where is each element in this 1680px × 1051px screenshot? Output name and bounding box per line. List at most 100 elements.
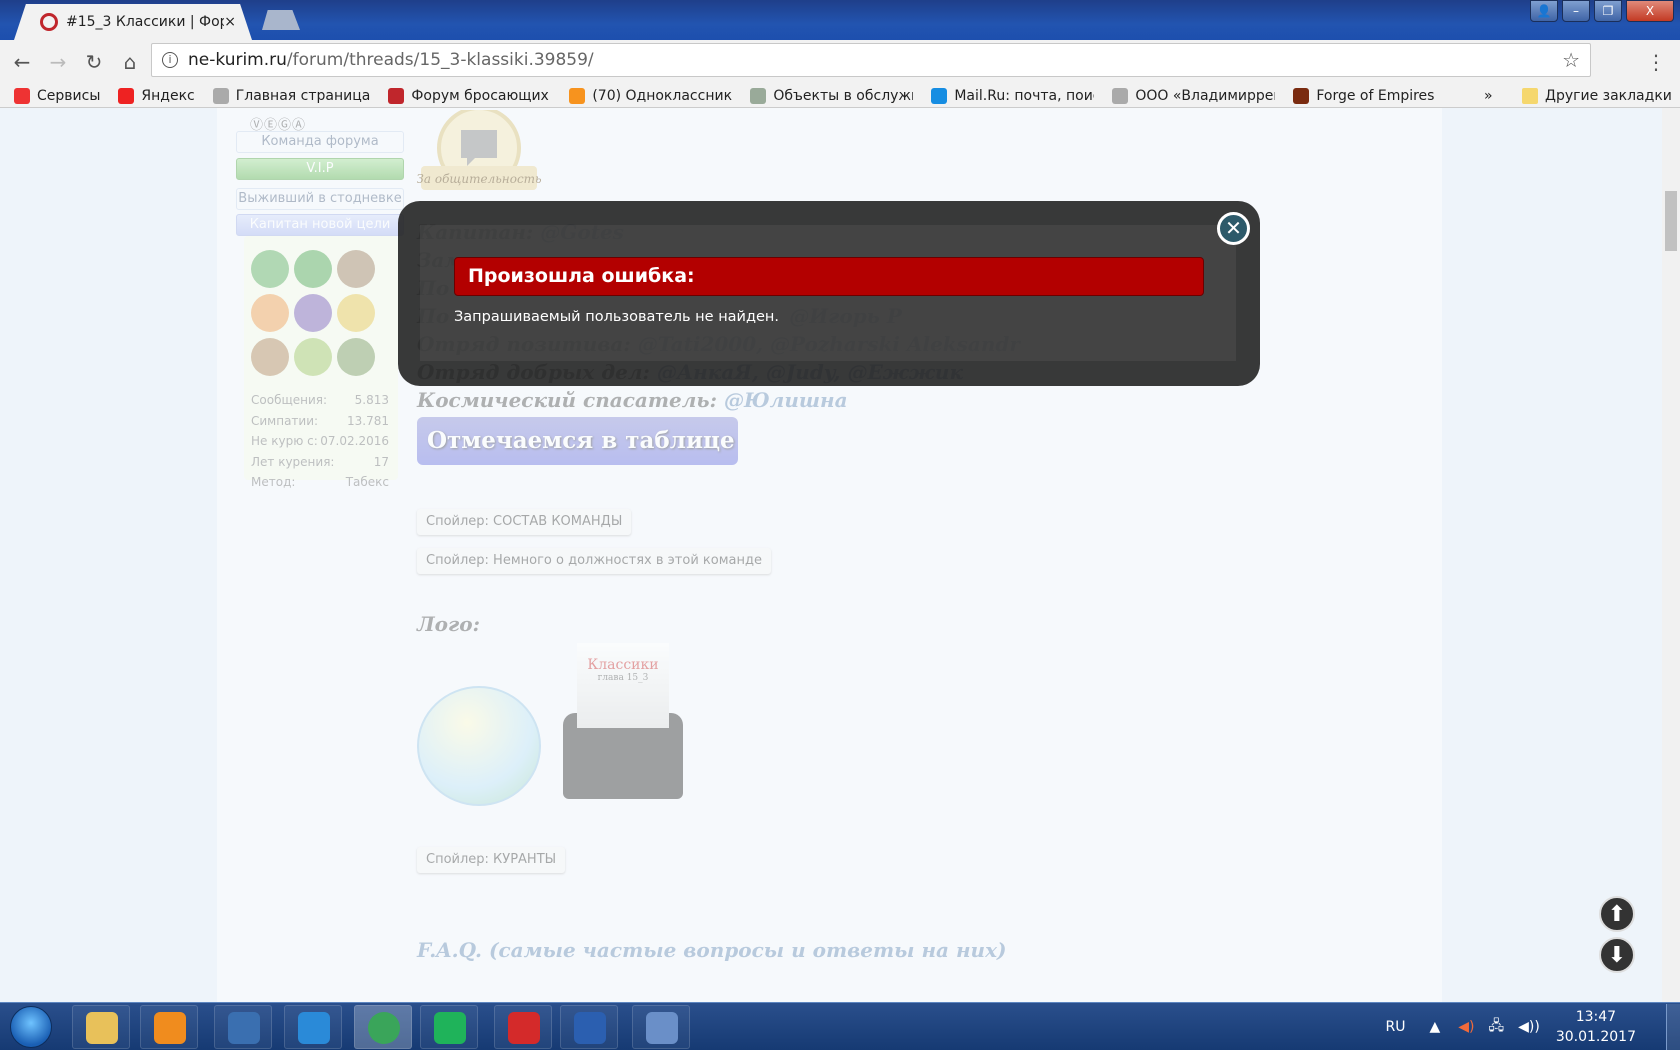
- bookmark-item[interactable]: Объекты в обслужив: [750, 87, 914, 104]
- show-desktop-button[interactable]: [1666, 1004, 1680, 1050]
- tray-arrow-icon[interactable]: ▲: [1429, 1019, 1440, 1035]
- bookmark-item[interactable]: Forge of Empires: [1293, 87, 1435, 104]
- back-icon[interactable]: ←: [4, 50, 40, 74]
- browser-tab[interactable]: #15_3 Классики | Форум ×: [14, 4, 252, 40]
- clipboard-icon: [750, 87, 767, 104]
- taskbar-explorer-button[interactable]: [72, 1005, 130, 1049]
- page-scrollbar[interactable]: [1662, 108, 1680, 1002]
- start-button[interactable]: [10, 1006, 52, 1048]
- explorer-icon: [86, 1012, 118, 1044]
- bookmark-item[interactable]: Mail.Ru: почта, поиск: [931, 87, 1094, 104]
- taskbar-chrome-button[interactable]: [354, 1005, 412, 1049]
- bookmark-item[interactable]: Главная страница: [212, 87, 371, 104]
- achievement-badge-icon[interactable]: [251, 250, 289, 288]
- tab-title: #15_3 Классики | Форум: [66, 14, 225, 30]
- user-stat: Симпатии: 13.781: [251, 414, 389, 428]
- stat-label: Симпатии:: [251, 413, 319, 428]
- apps-icon: [14, 87, 30, 104]
- bookmark-star-icon[interactable]: ☆: [1562, 48, 1580, 72]
- achievement-badge-icon[interactable]: [337, 250, 375, 288]
- user-stat: Сообщения: 5.813: [251, 393, 389, 407]
- word-icon: [574, 1012, 606, 1044]
- taskbar-internet-explorer-button[interactable]: [284, 1005, 342, 1049]
- taskbar-remote-desktop-button[interactable]: [632, 1005, 690, 1049]
- taskbar-app-green-button[interactable]: [420, 1005, 478, 1049]
- achievement-badge-icon[interactable]: [337, 338, 375, 376]
- error-title: Произошла ошибка:: [454, 257, 1204, 296]
- other-bookmarks[interactable]: Другие закладки: [1522, 87, 1672, 104]
- browser-toolbar: ← → ↻ ⌂ i ne-kurim.ru/forum/threads/15_3…: [0, 40, 1680, 84]
- bookmark-item[interactable]: (70) Одноклассники: [569, 87, 732, 104]
- scrollbar-thumb[interactable]: [1665, 191, 1677, 251]
- title-bar: #15_3 Классики | Форум × 👤 – ❐ X: [0, 0, 1680, 40]
- close-window-button[interactable]: X: [1626, 0, 1674, 22]
- new-tab-button[interactable]: [262, 10, 300, 30]
- speaker-alert-icon[interactable]: ◀): [1458, 1019, 1474, 1035]
- spoiler-button[interactable]: Спойлер: Немного о должностях в этой ком…: [417, 548, 771, 574]
- scroll-down-button[interactable]: ⬇: [1599, 937, 1635, 973]
- achievement-badge-icon[interactable]: [294, 338, 332, 376]
- home-icon[interactable]: ⌂: [112, 50, 148, 74]
- clock-time: 13:47: [1575, 1009, 1617, 1025]
- bookmark-label: Объекты в обслужив: [773, 87, 914, 104]
- bookmark-item[interactable]: Форум бросающих к: [388, 87, 552, 104]
- chrome-icon: [368, 1012, 400, 1044]
- taskbar-app-circle-button[interactable]: [214, 1005, 272, 1049]
- stat-value: Табекс: [345, 475, 389, 489]
- taskbar-media-player-button[interactable]: [140, 1005, 198, 1049]
- tab-close-button[interactable]: ×: [224, 14, 236, 30]
- clock[interactable]: 13:47 30.01.2017: [1556, 1007, 1636, 1047]
- stat-value: 5.813: [354, 393, 389, 407]
- modal-close-button[interactable]: ✕: [1217, 212, 1250, 245]
- forward-icon[interactable]: →: [40, 50, 76, 74]
- address-bar[interactable]: i ne-kurim.ru/forum/threads/15_3-klassik…: [151, 43, 1591, 77]
- medal-image: За общительность: [417, 110, 541, 190]
- achievement-badge-icon[interactable]: [337, 294, 375, 332]
- internet-explorer-icon: [298, 1012, 330, 1044]
- folder-icon: [1522, 87, 1538, 104]
- spoiler-button[interactable]: Спойлер: КУРАНТЫ: [417, 847, 566, 873]
- stat-label: Не курю с:: [251, 434, 318, 448]
- info-icon[interactable]: i: [162, 52, 178, 68]
- bookmark-item[interactable]: ООО «Владимиррегион: [1112, 87, 1275, 104]
- bookmark-label: Сервисы: [37, 87, 101, 104]
- minimize-button[interactable]: –: [1562, 0, 1590, 22]
- network-icon[interactable]: 🖧: [1489, 1015, 1505, 1039]
- achievement-badge-icon[interactable]: [251, 338, 289, 376]
- taskbar-app-red-button[interactable]: [494, 1005, 552, 1049]
- profile-button[interactable]: 👤: [1530, 0, 1558, 22]
- more-bookmarks-button[interactable]: »: [1484, 88, 1493, 104]
- bookmark-item[interactable]: Яндекс: [118, 87, 195, 104]
- maximize-button[interactable]: ❐: [1594, 0, 1622, 22]
- reload-icon[interactable]: ↻: [76, 50, 112, 74]
- achievement-badge-icon[interactable]: [294, 294, 332, 332]
- stat-label: Метод:: [251, 475, 296, 489]
- user-title: Капитан новой цели: [236, 214, 404, 236]
- language-indicator[interactable]: RU: [1386, 1019, 1406, 1035]
- table-link-button[interactable]: Отмечаемся в таблице: [417, 417, 738, 465]
- menu-icon[interactable]: ⋮: [1646, 50, 1666, 74]
- logo-subtitle: глава 15_3: [597, 673, 649, 683]
- user-title: V.I.P: [236, 158, 404, 180]
- stat-value: 07.02.2016: [320, 434, 389, 448]
- user-stat: Не курю с: 07.02.2016: [251, 434, 389, 448]
- bookmark-label: Форум бросающих к: [411, 87, 552, 104]
- yandex-icon: [118, 87, 135, 104]
- spoiler-button[interactable]: Спойлер: СОСТАВ КОМАНДЫ: [417, 509, 632, 535]
- role-users-link[interactable]: @Юлишна: [724, 388, 848, 412]
- logo-hopscotch-image: [417, 686, 541, 806]
- bookmark-item[interactable]: Сервисы: [14, 87, 101, 104]
- error-modal: Произошла ошибка: Запрашиваемый пользова…: [398, 201, 1260, 386]
- forum-favicon-icon: [40, 13, 58, 31]
- user-stat: Метод: Табекс: [251, 475, 389, 489]
- achievement-badge-icon[interactable]: [251, 294, 289, 332]
- achievement-badge-icon[interactable]: [294, 250, 332, 288]
- scroll-up-button[interactable]: ⬆: [1599, 896, 1635, 932]
- bookmark-label: Яндекс: [141, 87, 195, 104]
- url-domain: ne-kurim.ru: [188, 50, 287, 70]
- url-path: /forum/threads/15_3-klassiki.39859/: [286, 50, 594, 70]
- taskbar-word-button[interactable]: [560, 1005, 618, 1049]
- volume-icon[interactable]: ◀)): [1518, 1019, 1540, 1035]
- bookmark-label: Forge of Empires: [1316, 87, 1435, 104]
- bookmark-label: Главная страница: [235, 87, 371, 104]
